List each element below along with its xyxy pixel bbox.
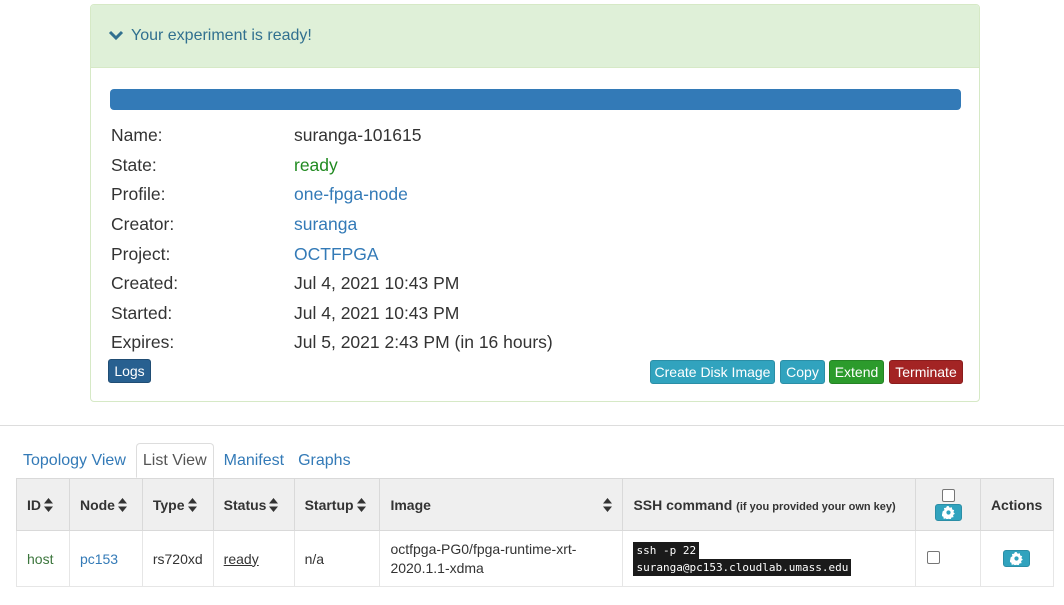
tab-list-view[interactable]: List View [135, 443, 214, 478]
experiment-name: suranga-101615 [294, 125, 422, 146]
tab-topology-view[interactable]: Topology View [16, 443, 133, 478]
col-header-label: SSH command [633, 496, 733, 513]
started-time: Jul 4, 2021 10:43 PM [294, 302, 460, 323]
info-row-state: State: ready [111, 151, 553, 181]
info-row-project: Project: OCTFPGA [111, 239, 553, 269]
col-header-label: ID [27, 496, 41, 513]
chevron-down-icon [108, 30, 124, 41]
info-label: Started: [111, 302, 173, 323]
progress-bar [110, 89, 961, 110]
info-label: Created: [111, 273, 179, 294]
table-header-row: ID Node Type Status Startup Image SSH co… [16, 478, 1055, 531]
col-header-node[interactable]: Node [68, 478, 143, 531]
panel-heading-title: Your experiment is ready! [131, 27, 312, 44]
experiment-state: ready [294, 154, 338, 175]
copy-button[interactable]: Copy [780, 360, 825, 384]
project-link[interactable]: OCTFPGA [294, 244, 379, 265]
col-header-label: Startup [304, 496, 354, 513]
col-header-label: Status [223, 496, 267, 513]
section-divider [0, 425, 1064, 426]
terminate-button[interactable]: Terminate [889, 360, 963, 384]
node-startup: n/a [293, 530, 381, 587]
col-header-startup[interactable]: Startup [293, 478, 381, 531]
table-row: host pc153 rs720xd ready n/a octfpga-PG0… [16, 530, 1055, 587]
info-label: Expires: [111, 332, 175, 353]
ssh-command[interactable]: ssh -p 22 suranga@pc153.cloudlab.umass.e… [622, 530, 917, 587]
col-header-image[interactable]: Image [379, 478, 624, 531]
view-tabs: Topology View List View Manifest Graphs [16, 443, 358, 478]
node-image: octfpga-PG0/fpga-runtime-xrt-2020.1.1-xd… [379, 530, 624, 587]
ssh-note: (if you provided your own key) [736, 500, 896, 513]
ssh-command-line1: ssh -p 22 [633, 541, 700, 559]
create-disk-image-button[interactable]: Create Disk Image [650, 360, 775, 384]
gear-icon [941, 505, 955, 519]
info-row-expires: Expires: Jul 5, 2021 2:43 PM (in 16 hour… [111, 328, 553, 358]
panel-heading[interactable]: Your experiment is ready! [91, 5, 979, 68]
col-header-label: Node [79, 496, 115, 513]
node-type: rs720xd [141, 530, 214, 587]
sort-icon [269, 497, 279, 512]
creator-link[interactable]: suranga [294, 214, 357, 235]
extend-button[interactable]: Extend [829, 360, 884, 384]
ssh-command-line2: suranga@pc153.cloudlab.umass.edu [633, 558, 852, 576]
sort-icon [44, 497, 53, 512]
select-all-checkbox[interactable] [941, 488, 955, 502]
expires-time: Jul 5, 2021 2:43 PM (in 16 hours) [294, 332, 553, 353]
info-label: Project: [111, 243, 171, 264]
info-row-started: Started: Jul 4, 2021 10:43 PM [111, 299, 553, 329]
row-select-cell [915, 530, 981, 587]
gear-icon [1010, 551, 1024, 565]
node-status[interactable]: ready [224, 551, 259, 567]
col-header-type[interactable]: Type [141, 478, 214, 531]
node-link[interactable]: pc153 [68, 530, 143, 587]
col-header-status[interactable]: Status [212, 478, 295, 531]
experiment-info: Name: suranga-101615 State: ready Profil… [111, 121, 553, 358]
col-header-label: Actions [990, 496, 1043, 513]
node-id: host [16, 530, 70, 587]
sort-icon [603, 497, 613, 512]
node-list-table: ID Node Type Status Startup Image SSH co… [16, 478, 1055, 587]
sort-icon [117, 497, 127, 512]
info-label: Name: [111, 125, 163, 146]
info-label: Creator: [111, 214, 175, 235]
row-select-checkbox[interactable] [927, 550, 941, 564]
profile-link[interactable]: one-fpga-node [294, 184, 408, 205]
tab-manifest[interactable]: Manifest [217, 443, 291, 478]
tab-graphs[interactable]: Graphs [291, 443, 357, 478]
sort-icon [187, 497, 197, 512]
col-header-id[interactable]: ID [16, 478, 70, 531]
info-label: Profile: [111, 184, 166, 205]
info-label: State: [111, 154, 157, 175]
node-status-cell: ready [212, 530, 295, 587]
col-header-label: Type [152, 496, 185, 513]
col-header-label: Image [390, 496, 431, 513]
logs-button[interactable]: Logs [108, 359, 151, 383]
info-row-name: Name: suranga-101615 [111, 121, 553, 151]
experiment-panel: Your experiment is ready! Name: suranga-… [90, 4, 980, 402]
node-actions-button[interactable] [1003, 549, 1031, 567]
col-header-select [915, 478, 981, 531]
bulk-actions-button[interactable] [934, 503, 962, 521]
col-header-ssh: SSH command (if you provided your own ke… [622, 478, 917, 531]
created-time: Jul 4, 2021 10:43 PM [294, 273, 460, 294]
col-header-actions: Actions [979, 478, 1055, 531]
info-row-creator: Creator: suranga [111, 210, 553, 240]
info-row-profile: Profile: one-fpga-node [111, 180, 553, 210]
info-row-created: Created: Jul 4, 2021 10:43 PM [111, 269, 553, 299]
row-actions-cell [979, 530, 1055, 587]
sort-icon [356, 497, 366, 512]
